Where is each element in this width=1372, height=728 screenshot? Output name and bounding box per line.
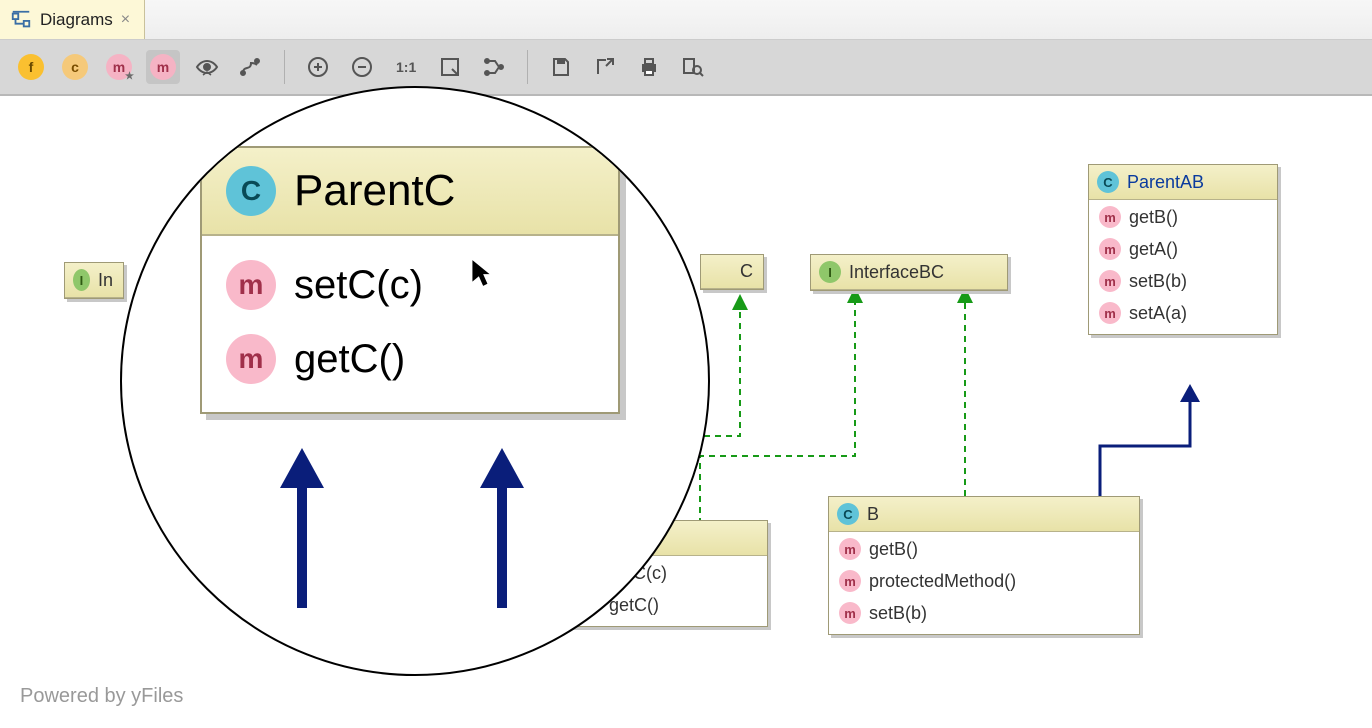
node-title: InterfaceBC: [849, 262, 944, 283]
interface-ac-node-partial[interactable]: C: [700, 254, 764, 290]
fit-icon: [438, 55, 462, 79]
constructors-toggle-button[interactable]: c: [58, 50, 92, 84]
method-icon: m: [839, 602, 861, 624]
member-row: m setB(b): [1099, 270, 1267, 292]
footer-credit: Powered by yFiles: [20, 685, 183, 708]
interface-icon: I: [819, 261, 841, 283]
close-icon[interactable]: ×: [121, 11, 130, 29]
member-row: m getB(): [839, 538, 1129, 560]
tab-diagrams[interactable]: Diagrams ×: [0, 0, 145, 39]
methods-toggle-button-2[interactable]: m: [146, 50, 180, 84]
edge-style-button[interactable]: [234, 50, 268, 84]
node-title: C: [740, 261, 753, 282]
print-icon: [637, 55, 661, 79]
node-title: ParentAB: [1127, 172, 1204, 193]
method-icon: m: [839, 538, 861, 560]
member-row: m protectedMethod(): [839, 570, 1129, 592]
member-label: getB(): [1129, 207, 1178, 228]
node-header: C B: [829, 497, 1139, 532]
visibility-button[interactable]: [190, 50, 224, 84]
toolbar-separator: [284, 50, 285, 84]
class-b-node[interactable]: C B m getB() m protectedMethod() m setB(b): [828, 496, 1140, 635]
zoom-in-button[interactable]: [301, 50, 335, 84]
fields-toggle-button[interactable]: f: [14, 50, 48, 84]
svg-text:1:1: 1:1: [396, 59, 416, 75]
tab-label: Diagrams: [40, 10, 113, 30]
member-row: m setA(a): [1099, 302, 1267, 324]
actual-size-button[interactable]: 1:1: [389, 50, 423, 84]
member-label: getB(): [869, 539, 918, 560]
save-icon: [549, 55, 573, 79]
field-f-icon: f: [18, 54, 44, 80]
eye-icon: [195, 55, 219, 79]
method-m-star-icon: m★: [106, 54, 132, 80]
node-body: m getB() m protectedMethod() m setB(b): [829, 532, 1139, 634]
export-icon: [593, 55, 617, 79]
diagram-icon: [10, 9, 32, 31]
class-icon: C: [837, 503, 859, 525]
member-label: getA(): [1129, 239, 1178, 260]
member-row: m setB(b): [839, 602, 1129, 624]
zoom-in-icon: [306, 55, 330, 79]
magnifier-lens: C ParentC msetC(c) mgetC(): [120, 86, 710, 676]
node-header: C: [701, 255, 763, 289]
node-title: In: [98, 270, 113, 291]
print-button[interactable]: [632, 50, 666, 84]
zoom-out-icon: [350, 55, 374, 79]
member-label: setA(a): [1129, 303, 1187, 324]
find-button[interactable]: [676, 50, 710, 84]
interface-bc-node[interactable]: I InterfaceBC: [810, 254, 1008, 291]
node-header: I InterfaceBC: [811, 255, 1007, 290]
member-row: m getA(): [1099, 238, 1267, 260]
node-header: C ParentAB: [1089, 165, 1277, 200]
zoom-out-button[interactable]: [345, 50, 379, 84]
node-title: B: [867, 504, 879, 525]
class-c-icon: c: [62, 54, 88, 80]
member-row: m getB(): [1099, 206, 1267, 228]
save-button[interactable]: [544, 50, 578, 84]
search-preview-icon: [681, 55, 705, 79]
toolbar-separator: [527, 50, 528, 84]
parent-ab-node[interactable]: C ParentAB mgetB() mgetA() msetB(b) mset…: [1088, 164, 1278, 335]
method-icon: m: [1099, 238, 1121, 260]
methods-toggle-button[interactable]: m★: [102, 50, 136, 84]
member-label: protectedMethod(): [869, 571, 1016, 592]
export-button[interactable]: [588, 50, 622, 84]
layout-icon: [482, 55, 506, 79]
member-label: setB(b): [869, 603, 927, 624]
fit-content-button[interactable]: [433, 50, 467, 84]
method-m-icon: m: [150, 54, 176, 80]
node-body: m getB() m getA() m setB(b) m setA(a): [1089, 200, 1277, 334]
interface-node-partial-left[interactable]: I In: [64, 262, 124, 299]
layout-button[interactable]: [477, 50, 511, 84]
diagram-canvas[interactable]: I In C I InterfaceBC C ParentAB m getB() …: [0, 96, 1372, 728]
curve-icon: [239, 55, 263, 79]
interface-icon: I: [73, 269, 90, 291]
class-icon: C: [1097, 171, 1119, 193]
method-icon: m: [1099, 302, 1121, 324]
magnifier-edges: [122, 88, 708, 674]
node-header: I In: [65, 263, 123, 298]
method-icon: m: [1099, 270, 1121, 292]
method-icon: m: [1099, 206, 1121, 228]
tab-strip: Diagrams ×: [0, 0, 1372, 40]
method-icon: m: [839, 570, 861, 592]
member-label: setB(b): [1129, 271, 1187, 292]
one-to-one-icon: 1:1: [392, 55, 420, 79]
